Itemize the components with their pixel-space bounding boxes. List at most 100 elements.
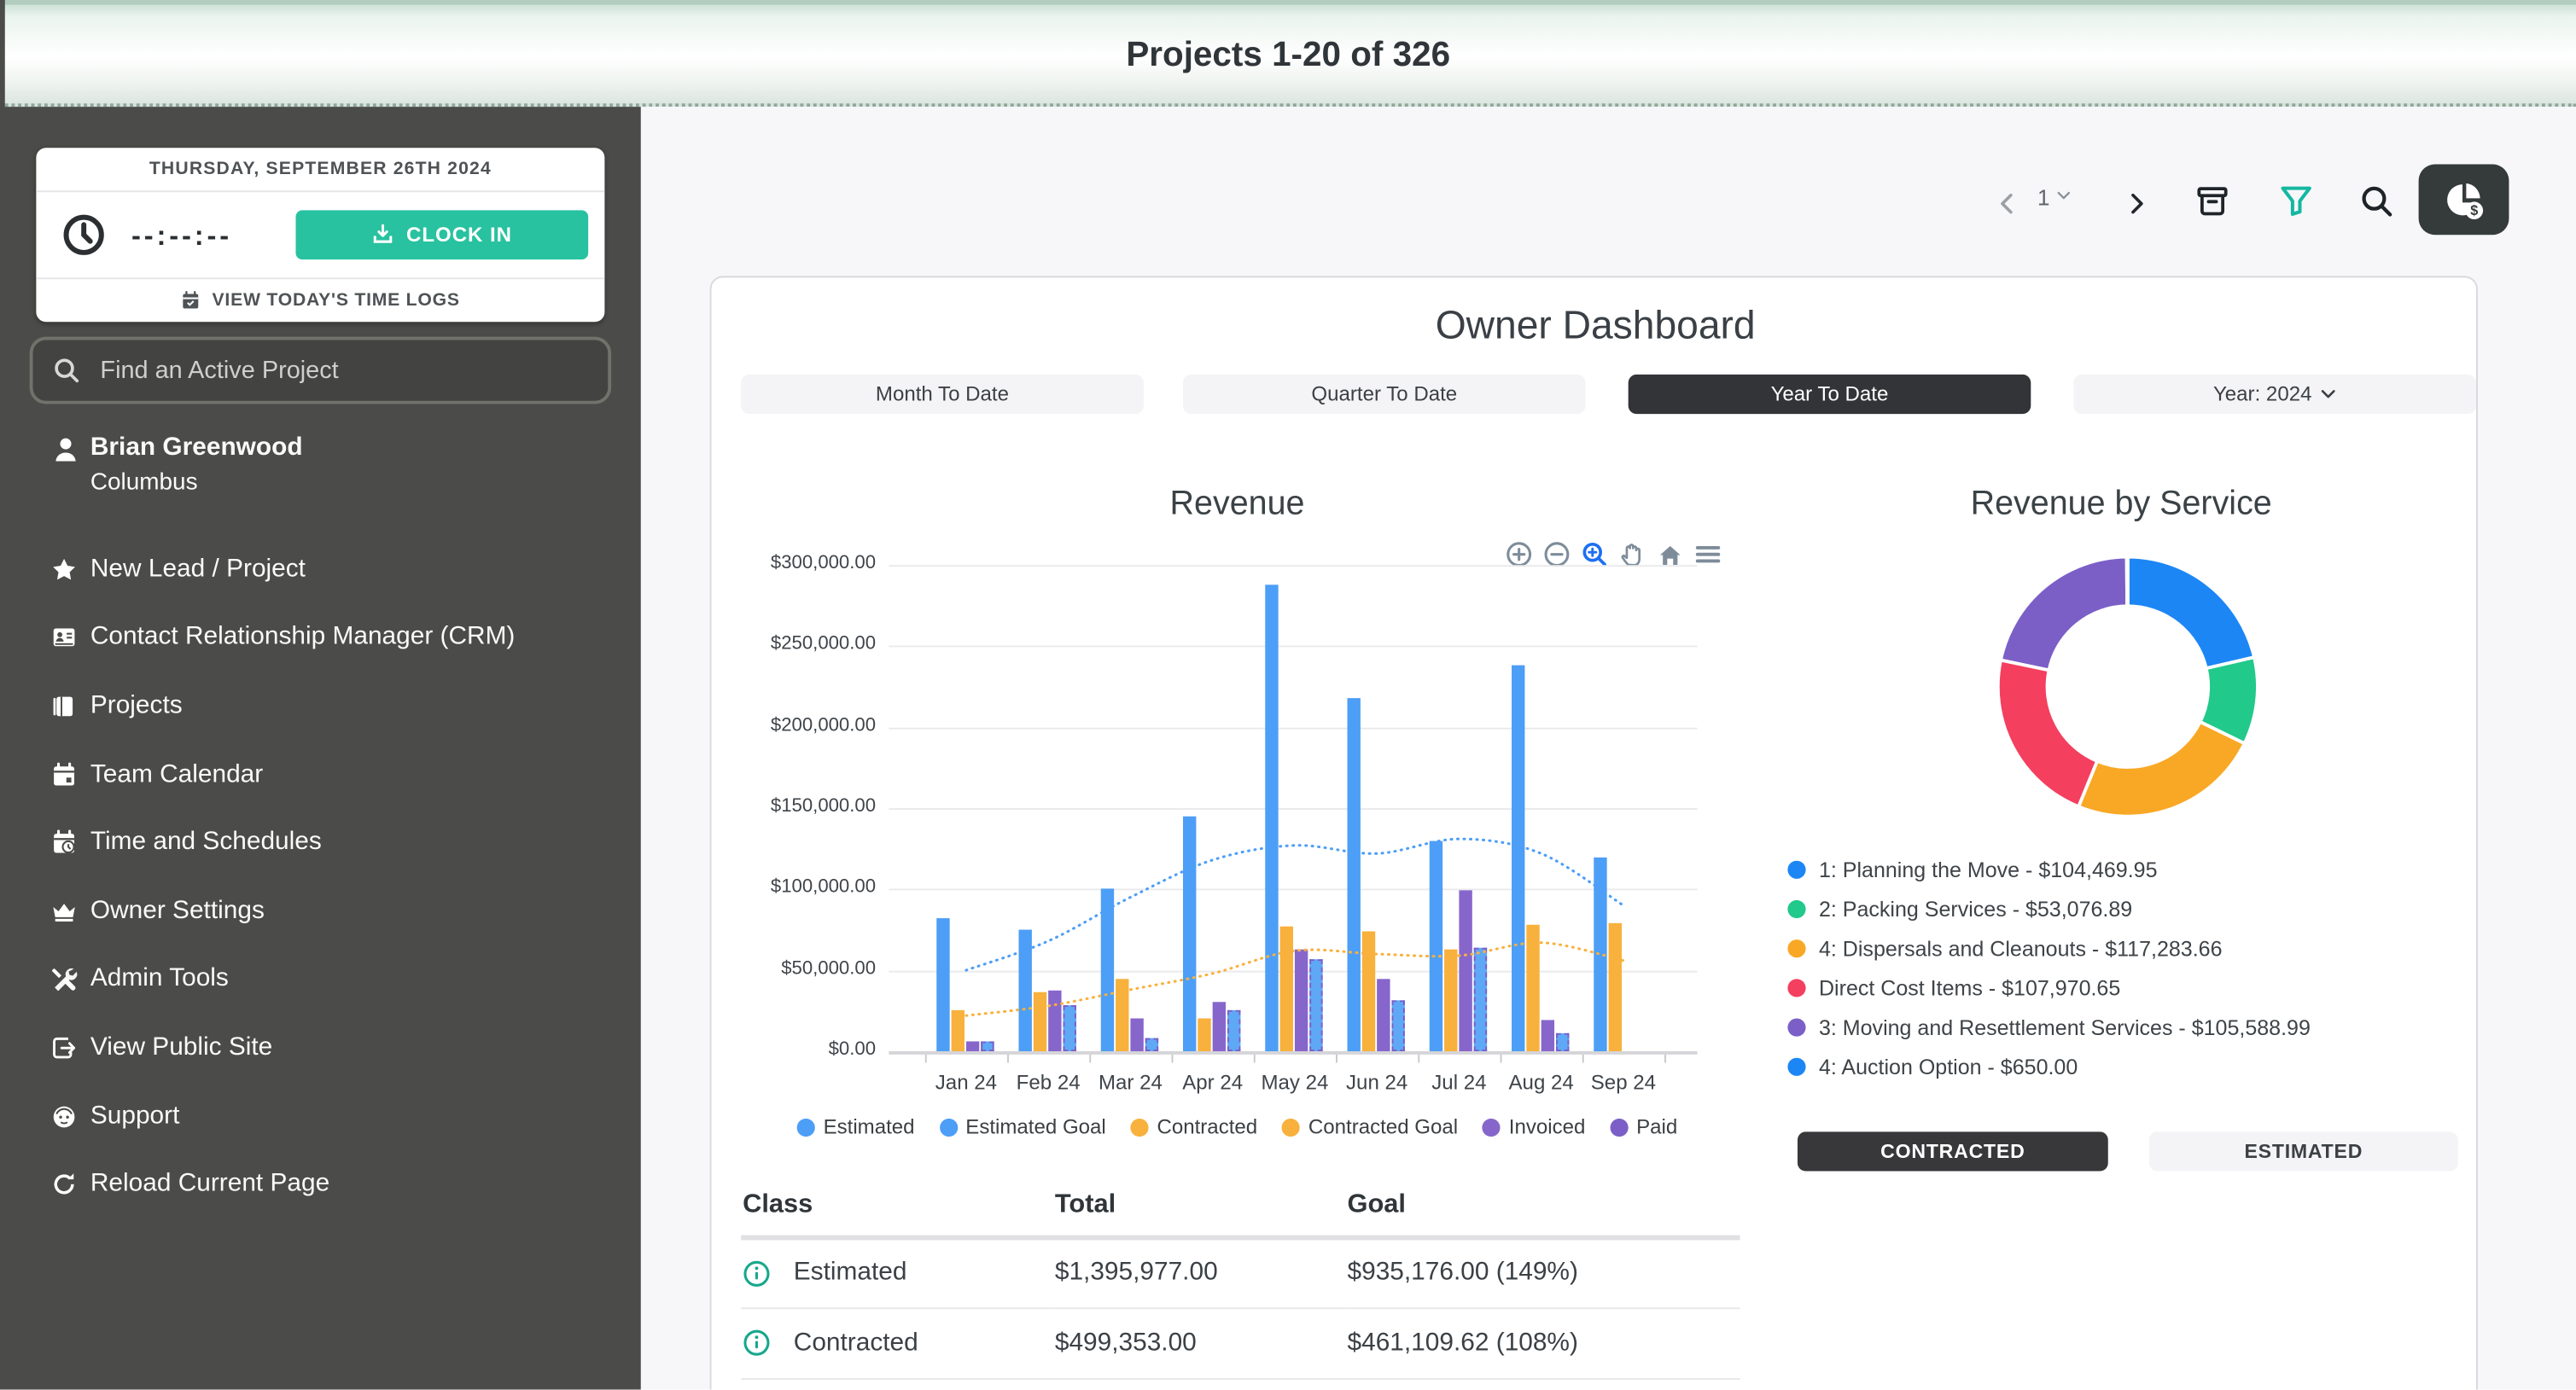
tab-year-2024[interactable]: Year: 2024 (2073, 375, 2476, 414)
pan-icon[interactable] (1618, 540, 1646, 568)
summary-table: ClassTotalGoal Estimated$1,395,977.00$93… (741, 1178, 1740, 1379)
sidebar-item-time-and-schedules[interactable]: Time and Schedules (0, 809, 641, 877)
tab-quarter-to-date[interactable]: Quarter To Date (1183, 375, 1586, 414)
sidebar-item-team-calendar[interactable]: Team Calendar (0, 741, 641, 809)
service-legend-item[interactable]: 4: Dispersals and Cleanouts - $117,283.6… (1787, 928, 2310, 968)
sidebar-item-new-lead-project[interactable]: New Lead / Project (0, 536, 641, 604)
sidebar-item-label: Contact Relationship Manager (CRM) (90, 623, 515, 653)
legend-item-estimated-goal[interactable]: Estimated Goal (939, 1115, 1105, 1138)
external-icon (51, 1035, 78, 1061)
donut-slice[interactable] (2001, 557, 2127, 671)
sidebar: THURSDAY, SEPTEMBER 26TH 2024 --:--:-- C… (0, 107, 641, 1389)
legend-label: Estimated (824, 1115, 915, 1138)
search-icon[interactable] (2359, 184, 2393, 218)
legend-dot (797, 1118, 815, 1136)
tab-year-to-date[interactable]: Year To Date (1629, 375, 2031, 414)
revenue-bar-chart[interactable] (889, 565, 1697, 1051)
sidebar-item-reload-current-page[interactable]: Reload Current Page (0, 1150, 641, 1218)
sidebar-item-admin-tools[interactable]: Admin Tools (0, 945, 641, 1014)
sidebar-item-label: Admin Tools (90, 965, 229, 995)
tab-label: Year: 2024 (2213, 383, 2312, 406)
legend-dot (1787, 1018, 1805, 1036)
service-legend-item[interactable]: 4: Auction Option - $650.00 (1787, 1046, 2310, 1085)
legend-item-invoiced[interactable]: Invoiced (1483, 1115, 1585, 1138)
legend-dot (1282, 1118, 1300, 1136)
zoom-out-icon[interactable] (1543, 540, 1571, 568)
legend-item-contracted[interactable]: Contracted (1131, 1115, 1258, 1138)
star-icon (51, 556, 78, 583)
clock-in-icon (372, 224, 395, 247)
clock-in-button[interactable]: CLOCK IN (296, 210, 589, 259)
info-icon[interactable] (743, 1329, 771, 1357)
contracted-toggle-button[interactable]: CONTRACTED (1798, 1131, 2108, 1171)
crown-icon (51, 899, 78, 925)
chevron-down-icon (2320, 386, 2336, 402)
sidebar-item-owner-settings[interactable]: Owner Settings (0, 877, 641, 945)
sidebar-item-support[interactable]: Support (0, 1082, 641, 1150)
legend-item-paid[interactable]: Paid (1610, 1115, 1677, 1138)
legend-dot (1787, 860, 1805, 878)
box-zoom-icon[interactable] (1581, 540, 1609, 568)
donut-slice[interactable] (2128, 557, 2254, 669)
sidebar-item-label: Projects (90, 691, 183, 721)
donut-slice[interactable] (2078, 722, 2244, 817)
revenue-by-service-title: Revenue by Service (1763, 485, 2480, 524)
donut-slice[interactable] (1998, 660, 2097, 807)
next-page-button[interactable] (2124, 189, 2149, 218)
prev-page-button[interactable] (1995, 189, 2019, 218)
legend-dot (939, 1118, 957, 1136)
legend-label: Contracted Goal (1308, 1115, 1458, 1138)
calendar-check-icon (181, 290, 201, 310)
service-legend-label: Direct Cost Items - $107,970.65 (1819, 974, 2120, 999)
sidebar-item-view-public-site[interactable]: View Public Site (0, 1014, 641, 1082)
class-cell: Contracted (794, 1328, 918, 1358)
user-icon (51, 435, 81, 465)
y-tick-label: $0.00 (829, 1040, 876, 1060)
revenue-report-button[interactable]: $ (2419, 165, 2509, 236)
legend-label: Contracted (1157, 1115, 1257, 1138)
page-number: 1 (2037, 186, 2049, 211)
id-card-icon (51, 625, 78, 651)
x-tick-label: Sep 24 (1574, 1071, 1673, 1094)
svg-text:$: $ (2469, 202, 2477, 218)
home-icon[interactable] (1656, 540, 1684, 568)
line-estimated-goal (966, 839, 1623, 970)
toolbar: 1 $ (641, 107, 2576, 254)
sidebar-menu: New Lead / Project Contact Relationship M… (0, 536, 641, 1219)
service-legend-item[interactable]: 1: Planning the Move - $104,469.95 (1787, 849, 2310, 888)
legend-item-estimated[interactable]: Estimated (797, 1115, 915, 1138)
sidebar-item-label: New Lead / Project (90, 555, 306, 584)
donut-slice[interactable] (2127, 557, 2128, 607)
y-tick-label: $250,000.00 (771, 635, 876, 654)
y-tick-label: $50,000.00 (781, 959, 876, 979)
sidebar-item-contact-relationship-manager-crm[interactable]: Contact Relationship Manager (CRM) (0, 604, 641, 672)
zoom-in-icon[interactable] (1505, 540, 1533, 568)
x-tick (1336, 1055, 1338, 1063)
revenue-by-service-donut[interactable] (1980, 538, 2276, 835)
view-time-logs-button[interactable]: VIEW TODAY'S TIME LOGS (36, 277, 604, 320)
revenue-chart-title: Revenue (712, 485, 1763, 524)
page-number-dropdown[interactable]: 1 (2037, 186, 2072, 211)
tab-label: Quarter To Date (1311, 383, 1457, 406)
clock-in-label: CLOCK IN (406, 224, 512, 247)
project-search-input[interactable] (97, 355, 589, 387)
service-legend-item[interactable]: 3: Moving and Resettlement Services - $1… (1787, 1007, 2310, 1046)
service-legend-item[interactable]: 2: Packing Services - $53,076.89 (1787, 888, 2310, 928)
legend-dot (1131, 1118, 1149, 1136)
filter-icon[interactable] (2279, 184, 2313, 218)
service-legend-label: 3: Moving and Resettlement Services - $1… (1819, 1015, 2311, 1039)
sidebar-item-projects[interactable]: Projects (0, 672, 641, 741)
y-tick-label: $300,000.00 (771, 554, 876, 573)
table-row-estimated: Estimated$1,395,977.00$935,176.00 (149%) (741, 1237, 1740, 1308)
info-icon[interactable] (743, 1259, 771, 1288)
menu-icon[interactable] (1694, 540, 1722, 568)
legend-item-contracted-goal[interactable]: Contracted Goal (1282, 1115, 1458, 1138)
service-legend-item[interactable]: Direct Cost Items - $107,970.65 (1787, 968, 2310, 1007)
service-legend-label: 1: Planning the Move - $104,469.95 (1819, 857, 2158, 881)
estimated-toggle-button[interactable]: ESTIMATED (2149, 1131, 2458, 1171)
sidebar-item-label: Time and Schedules (90, 829, 322, 858)
chevron-down-icon (2056, 187, 2072, 203)
legend-dot (1787, 978, 1805, 996)
archive-icon[interactable] (2195, 184, 2229, 218)
tab-month-to-date[interactable]: Month To Date (741, 375, 1144, 414)
